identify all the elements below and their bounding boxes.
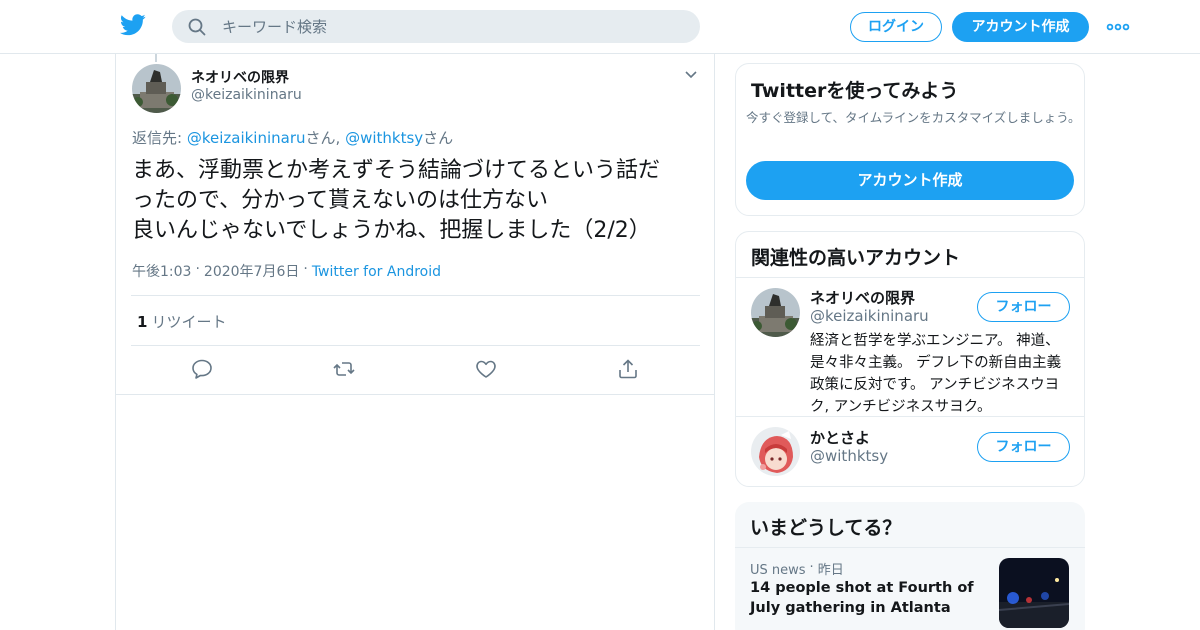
signup-card-title: Twitterを使ってみよう: [751, 80, 959, 102]
retweet-icon[interactable]: [332, 357, 356, 381]
account-bio: 経済と哲学を学ぶエンジニア。 神道、是々非々主義。 デフレ下の新自由主義政策に反…: [810, 333, 1062, 415]
divider: [131, 345, 700, 346]
trend-headline[interactable]: 14 people shot at Fourth of July gatheri…: [750, 578, 980, 618]
chevron-down-icon[interactable]: [684, 70, 698, 80]
divider: [131, 295, 700, 296]
search-bar[interactable]: [172, 10, 700, 43]
related-accounts-card: 関連性の高いアカウント ネオリベの限界 @keizaikininaru フォロー…: [735, 231, 1085, 487]
tweet-text-line: 良いんじゃないでしょうかね、把握しました（2/2）: [132, 218, 651, 243]
divider: [736, 416, 1084, 417]
like-icon[interactable]: [474, 357, 498, 381]
reply-user-link[interactable]: @withktsy: [345, 129, 423, 147]
separator-dot: ·: [303, 261, 308, 277]
divider: [735, 547, 1085, 548]
tweet-text: まあ、浮動票とか考えずそう結論づけてるという話だ ったので、分かって貰えないのは…: [132, 156, 707, 246]
create-account-button[interactable]: アカウント作成: [746, 161, 1074, 200]
tweet-date[interactable]: 2020年7月6日: [204, 264, 299, 280]
reply-icon[interactable]: [190, 357, 214, 381]
search-icon: [188, 18, 206, 36]
twitter-bird-icon[interactable]: [120, 14, 146, 36]
avatar[interactable]: [751, 288, 800, 337]
tweet-column: ネオリベの限界 @keizaikininaru 返信先: @keizaikini…: [115, 54, 715, 630]
tweet-text-line: ったので、分かって貰えないのは仕方ない: [132, 188, 549, 213]
reply-to-line: 返信先: @keizaikininaruさん, @withktsyさん: [132, 127, 453, 148]
account-handle[interactable]: @withktsy: [810, 447, 888, 465]
signup-button[interactable]: アカウント作成: [952, 12, 1089, 42]
reply-suffix: さん: [423, 129, 454, 147]
trend-time: 昨日: [817, 563, 844, 578]
trends-card: いまどうしてる？ US news · 昨日 14 people shot at Fo…: [735, 502, 1085, 630]
tweet-time[interactable]: 午後1:03: [132, 264, 191, 280]
search-input[interactable]: [222, 10, 682, 43]
top-bar: ログイン アカウント作成: [0, 0, 1200, 54]
separator-dot: ·: [809, 560, 814, 575]
login-button[interactable]: ログイン: [850, 12, 942, 42]
follow-button[interactable]: フォロー: [977, 292, 1070, 322]
retweet-label: リツイート: [151, 313, 227, 331]
related-accounts-title: 関連性の高いアカウント: [751, 247, 961, 269]
signup-card-description: 今すぐ登録して、タイムラインをカスタマイズしましょう。: [746, 110, 1081, 125]
trend-context: US news · 昨日: [750, 559, 844, 578]
tweet-text-line: まあ、浮動票とか考えずそう結論づけてるという話だ: [132, 158, 661, 183]
trends-title: いまどうしてる？: [750, 517, 902, 539]
reply-user-link[interactable]: @keizaikininaru: [187, 129, 306, 147]
reply-prefix: 返信先:: [132, 129, 187, 147]
trend-category: US news: [750, 563, 806, 578]
follow-button[interactable]: フォロー: [977, 432, 1070, 462]
share-icon[interactable]: [616, 357, 640, 381]
tweet-metadata: 午後1:03 · 2020年7月6日 · Twitter for Android: [132, 261, 441, 281]
reply-suffix: さん,: [305, 129, 346, 147]
trend-thumbnail[interactable]: [999, 558, 1069, 628]
divider: [116, 394, 714, 395]
account-name[interactable]: かとさよ: [810, 427, 870, 448]
thread-connector: [155, 54, 157, 62]
author-avatar[interactable]: [132, 64, 181, 113]
retweet-count: 1: [137, 313, 148, 331]
avatar[interactable]: [751, 427, 800, 476]
account-name[interactable]: ネオリベの限界: [810, 287, 915, 308]
more-options-icon[interactable]: [1106, 20, 1130, 34]
retweet-stats[interactable]: 1 リツイート: [137, 311, 226, 332]
author-handle[interactable]: @keizaikininaru: [191, 87, 302, 103]
divider: [736, 277, 1084, 278]
author-name[interactable]: ネオリベの限界: [191, 67, 289, 87]
account-handle[interactable]: @keizaikininaru: [810, 307, 929, 325]
tweet-source-link[interactable]: Twitter for Android: [312, 264, 441, 280]
separator-dot: ·: [195, 261, 200, 277]
signup-card: Twitterを使ってみよう 今すぐ登録して、タイムラインをカスタマイズしましょ…: [735, 63, 1085, 216]
